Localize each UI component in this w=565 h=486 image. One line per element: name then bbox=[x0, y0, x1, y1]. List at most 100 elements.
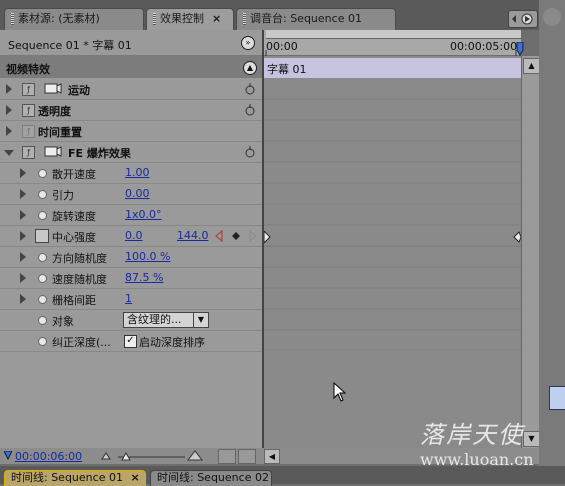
effect-row-motion[interactable]: ƒ 运动 bbox=[0, 79, 262, 100]
playhead-icon[interactable] bbox=[516, 42, 524, 56]
param-row[interactable]: 中心强度 0.0 144.0 bbox=[0, 226, 262, 247]
fx-toggle-icon[interactable]: ƒ bbox=[22, 146, 35, 159]
reset-icon[interactable] bbox=[244, 82, 256, 95]
zoom-slider[interactable] bbox=[100, 450, 210, 462]
tab-label: 时间线: Sequence 02 bbox=[157, 471, 269, 484]
collapse-section-button[interactable]: ▲ bbox=[243, 61, 257, 75]
fx-toggle-icon[interactable]: ƒ bbox=[22, 83, 35, 96]
clip-bar[interactable]: 字幕 01 bbox=[264, 58, 521, 78]
keyframe-navigator[interactable] bbox=[214, 230, 258, 242]
close-tab-icon[interactable]: × bbox=[212, 12, 221, 25]
tab-label: 效果控制 bbox=[160, 12, 204, 25]
reset-icon[interactable] bbox=[244, 145, 256, 158]
effect-label: 运动 bbox=[68, 84, 90, 97]
ruler-ticks bbox=[264, 50, 521, 56]
param-value[interactable]: 1x0.0° bbox=[125, 208, 162, 221]
show-hide-timeline-button[interactable]: » bbox=[241, 36, 255, 50]
loop-button[interactable] bbox=[238, 449, 256, 464]
expand-triangle-icon[interactable] bbox=[6, 105, 12, 115]
expand-triangle-icon[interactable] bbox=[20, 252, 26, 262]
param-row[interactable]: 散开速度 1.00 bbox=[0, 163, 262, 184]
stopwatch-icon[interactable] bbox=[38, 295, 47, 304]
param-value-x[interactable]: 0.0 bbox=[125, 229, 143, 242]
param-label: 中心强度 bbox=[52, 231, 96, 244]
tab-grip-icon bbox=[243, 13, 246, 25]
fx-toggle-icon[interactable]: ƒ bbox=[22, 104, 35, 117]
tab-effect-controls[interactable]: 效果控制 × bbox=[146, 8, 234, 30]
sequence-clip-header: Sequence 01 * 字幕 01 » bbox=[0, 30, 262, 56]
tab-grip-icon bbox=[11, 13, 14, 25]
panel-tab-bar: 素材源: (无素材) 效果控制 × 调音台: Sequence 01 bbox=[0, 0, 565, 30]
zoom-bar[interactable] bbox=[266, 30, 521, 39]
expand-triangle-icon[interactable] bbox=[20, 294, 26, 304]
stopwatch-icon[interactable] bbox=[38, 337, 47, 346]
stopwatch-active-icon[interactable] bbox=[35, 229, 49, 243]
tab-label: 素材源: (无素材) bbox=[18, 12, 100, 25]
panel-menu-button[interactable] bbox=[508, 10, 538, 28]
timeline-tab-bar: 时间线: Sequence 01 × 时间线: Sequence 02 bbox=[0, 466, 565, 486]
expand-triangle-icon[interactable] bbox=[6, 126, 12, 136]
reset-icon[interactable] bbox=[244, 103, 256, 116]
vertical-scrollbar[interactable]: ▲ ▼ bbox=[521, 56, 540, 448]
panel-menu-icon bbox=[512, 13, 533, 25]
watermark: 落岸天使 www.luoan.cn bbox=[420, 415, 534, 469]
param-value-y[interactable]: 144.0 bbox=[177, 229, 209, 242]
expand-triangle-icon[interactable] bbox=[20, 273, 26, 283]
collapse-triangle-icon[interactable] bbox=[4, 150, 14, 156]
stopwatch-icon[interactable] bbox=[38, 190, 47, 199]
stopwatch-icon[interactable] bbox=[38, 274, 47, 283]
section-header-label: 视频特效 bbox=[6, 63, 50, 76]
expand-triangle-icon[interactable] bbox=[20, 210, 26, 220]
effect-row-opacity[interactable]: ƒ 透明度 bbox=[0, 100, 262, 121]
expand-triangle-icon[interactable] bbox=[20, 231, 26, 241]
clip-name: 字幕 01 bbox=[267, 63, 307, 76]
time-ruler[interactable]: 00:00 00:00:05:00 bbox=[262, 30, 524, 56]
param-row[interactable]: 引力 0.00 bbox=[0, 184, 262, 205]
effect-row-fe-shatter[interactable]: ƒ FE 爆炸效果 bbox=[0, 142, 262, 163]
param-label: 纠正深度(... bbox=[52, 336, 111, 349]
param-row[interactable]: 对象 含纹理的... ▼ bbox=[0, 310, 262, 331]
scroll-left-icon[interactable]: ◀ bbox=[264, 449, 280, 464]
expand-triangle-icon[interactable] bbox=[6, 84, 12, 94]
checkbox-label: 启动深度排序 bbox=[139, 336, 205, 349]
param-row[interactable]: 速度随机度 87.5 % bbox=[0, 268, 262, 289]
sequence-clip-title: Sequence 01 * 字幕 01 bbox=[8, 39, 132, 52]
volume-meter-icon bbox=[549, 386, 565, 410]
param-value[interactable]: 0.00 bbox=[125, 187, 150, 200]
effect-row-time-remapping[interactable]: ƒ 时间重置 bbox=[0, 121, 262, 142]
stopwatch-icon[interactable] bbox=[38, 169, 47, 178]
param-value[interactable]: 100.0 % bbox=[125, 250, 170, 263]
object-dropdown[interactable]: 含纹理的... ▼ bbox=[123, 312, 209, 328]
param-value[interactable]: 87.5 % bbox=[125, 271, 163, 284]
param-value[interactable]: 1.00 bbox=[125, 166, 150, 179]
effect-label: 时间重置 bbox=[38, 126, 82, 139]
param-row[interactable]: 旋转速度 1x0.0° bbox=[0, 205, 262, 226]
current-timecode[interactable]: 00:00:06:00 bbox=[15, 450, 82, 463]
adjacent-panel-edge bbox=[539, 0, 565, 484]
expand-triangle-icon[interactable] bbox=[20, 168, 26, 178]
close-tab-icon[interactable]: × bbox=[130, 471, 139, 484]
param-row[interactable]: 纠正深度(... ✓ 启动深度排序 bbox=[0, 331, 262, 352]
scroll-up-icon[interactable]: ▲ bbox=[523, 58, 540, 74]
stopwatch-icon[interactable] bbox=[38, 253, 47, 262]
mouse-cursor-icon bbox=[333, 382, 347, 402]
depth-sort-checkbox[interactable]: ✓ bbox=[124, 335, 137, 348]
timeline-row-lines bbox=[264, 98, 521, 350]
stopwatch-icon[interactable] bbox=[38, 316, 47, 325]
param-row[interactable]: 方向随机度 100.0 % bbox=[0, 247, 262, 268]
param-label: 散开速度 bbox=[52, 168, 96, 181]
param-label: 方向随机度 bbox=[52, 252, 107, 265]
param-label: 引力 bbox=[52, 189, 74, 202]
tab-audio-mixer[interactable]: 调音台: Sequence 01 bbox=[236, 8, 396, 30]
play-audio-button[interactable] bbox=[218, 449, 236, 464]
tab-grip-icon bbox=[153, 13, 156, 25]
panel-menu-icon[interactable] bbox=[543, 8, 561, 26]
tab-source-monitor[interactable]: 素材源: (无素材) bbox=[4, 8, 144, 30]
param-label: 旋转速度 bbox=[52, 210, 96, 223]
expand-triangle-icon[interactable] bbox=[20, 189, 26, 199]
param-value[interactable]: 1 bbox=[125, 292, 132, 305]
param-row[interactable]: 栅格间距 1 bbox=[0, 289, 262, 310]
stopwatch-icon[interactable] bbox=[38, 211, 47, 220]
chevron-down-icon[interactable]: ▼ bbox=[193, 313, 208, 327]
tab-label: 调音台: Sequence 01 bbox=[250, 12, 362, 25]
